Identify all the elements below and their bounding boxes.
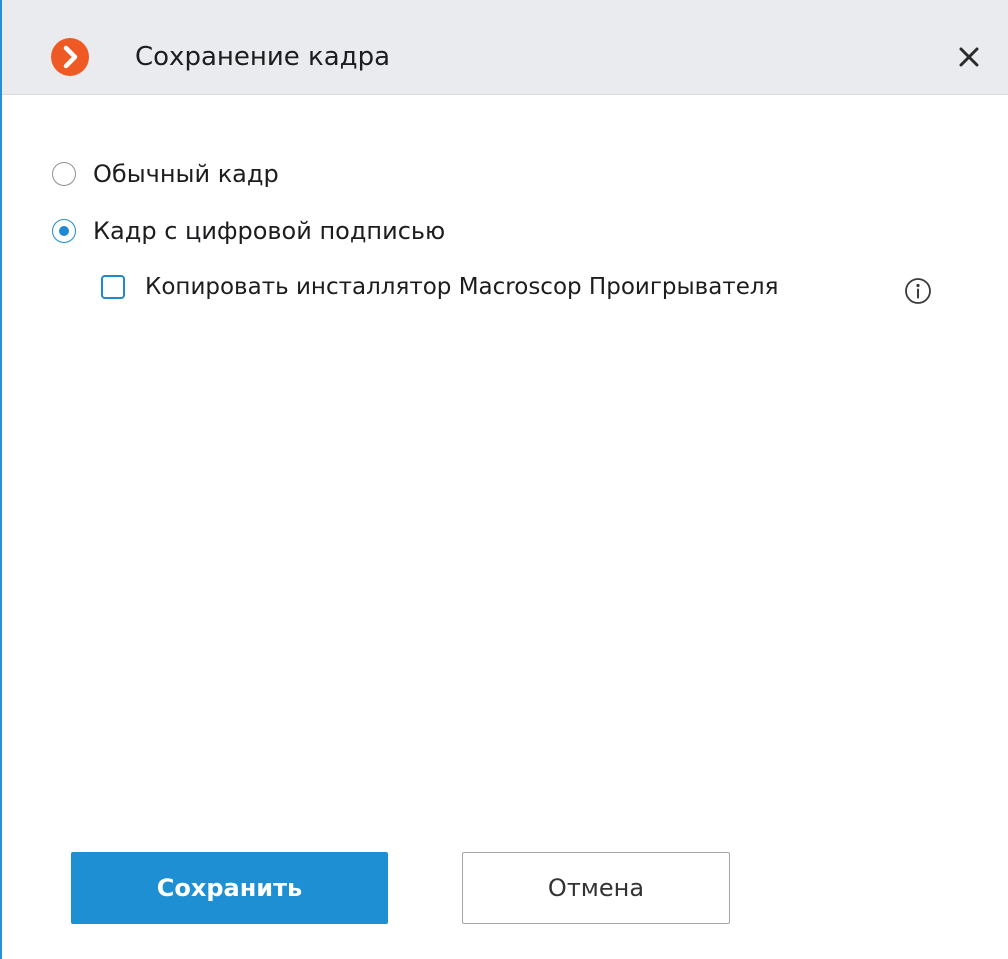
copy-installer-label: Копировать инсталлятор Macroscop Проигры… (145, 274, 779, 300)
radio-button-signed[interactable] (52, 219, 76, 243)
close-icon[interactable] (954, 42, 984, 72)
radio-normal-label: Обычный кадр (93, 160, 279, 188)
dialog-titlebar: Сохранение кадра (2, 0, 1008, 95)
radio-normal-frame[interactable]: Обычный кадр (52, 160, 279, 188)
radio-button-normal[interactable] (52, 162, 76, 186)
copy-installer-checkbox[interactable] (101, 275, 125, 299)
app-logo-icon (51, 38, 89, 76)
radio-signed-label: Кадр с цифровой подписью (93, 217, 446, 245)
cancel-button[interactable]: Отмена (462, 852, 730, 924)
dialog-title: Сохранение кадра (135, 42, 391, 72)
info-icon[interactable] (904, 277, 932, 305)
save-button[interactable]: Сохранить (71, 852, 388, 924)
save-frame-dialog: Сохранение кадра Обычный кадр Кадр с циф… (0, 0, 1008, 959)
copy-installer-checkbox-row[interactable]: Копировать инсталлятор Macroscop Проигры… (101, 274, 778, 300)
radio-signed-frame[interactable]: Кадр с цифровой подписью (52, 217, 445, 245)
